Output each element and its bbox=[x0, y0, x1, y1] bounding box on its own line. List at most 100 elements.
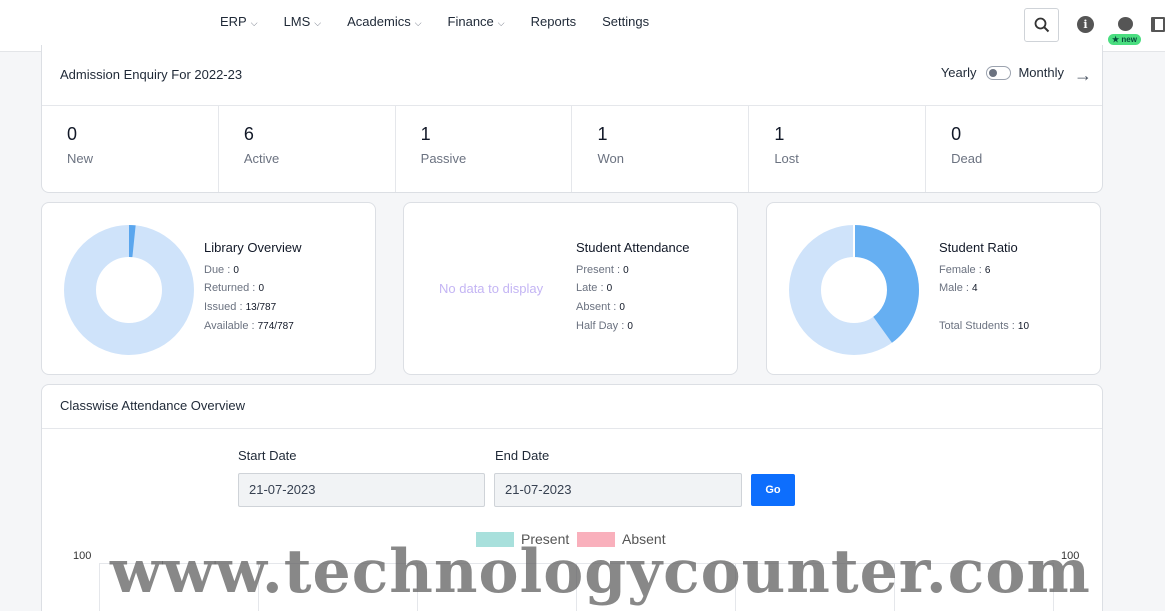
library-available: Available : 774/787 bbox=[204, 320, 294, 332]
stat-value: 0 bbox=[951, 124, 962, 144]
nav-finance-label: Finance bbox=[447, 14, 494, 29]
stat-label: New bbox=[67, 151, 94, 166]
student-ratio-card: Student Ratio Female : 6 Male : 4 Total … bbox=[766, 202, 1101, 375]
stat-value: 1 bbox=[597, 124, 608, 144]
absent-value: 0 bbox=[619, 302, 625, 313]
book-icon[interactable] bbox=[1151, 17, 1165, 32]
no-data-message: No data to display bbox=[439, 281, 544, 296]
attendance-absent: Absent : 0 bbox=[576, 301, 625, 313]
total-label: Total Students : bbox=[939, 320, 1015, 332]
chevron-down-icon: ⌵ bbox=[314, 17, 322, 28]
end-date-label: End Date bbox=[495, 448, 550, 463]
search-button[interactable] bbox=[1024, 8, 1059, 42]
classwise-title: Classwise Attendance Overview bbox=[60, 398, 245, 413]
divider bbox=[42, 428, 1102, 429]
present-label: Present : bbox=[576, 264, 621, 276]
ratio-male: Male : 4 bbox=[939, 282, 978, 294]
late-label: Late : bbox=[576, 282, 604, 294]
arrow-right-icon[interactable]: → bbox=[1074, 65, 1092, 86]
halfday-value: 0 bbox=[627, 321, 633, 332]
late-value: 0 bbox=[606, 283, 613, 294]
admission-stats: 0 New 6 Active 1 Passive 1 Won 1 Lost 0 Dead bbox=[42, 106, 1102, 192]
nav-lms[interactable]: LMS ⌵ bbox=[284, 14, 322, 29]
stat-value: 1 bbox=[774, 124, 785, 144]
main-nav: ERP ⌵ LMS ⌵ Academics ⌵ Finance ⌵ Reports Se… bbox=[220, 14, 675, 29]
stat-value: 0 bbox=[67, 124, 78, 144]
chat-icon[interactable] bbox=[1118, 17, 1133, 31]
stat-lost[interactable]: 1 Lost bbox=[749, 106, 927, 192]
due-value: 0 bbox=[233, 265, 239, 276]
info-icon[interactable]: i bbox=[1077, 16, 1094, 33]
watermark: www.technologycounter.com bbox=[110, 537, 1091, 607]
switch-knob bbox=[989, 68, 998, 77]
library-issued: Issued : 13/787 bbox=[204, 301, 276, 313]
chevron-down-icon: ⌵ bbox=[414, 17, 422, 28]
y-axis-line bbox=[99, 563, 100, 611]
attendance-halfday: Half Day : 0 bbox=[576, 320, 633, 332]
ratio-female: Female : 6 bbox=[939, 264, 990, 276]
returned-label: Returned : bbox=[204, 282, 256, 294]
stat-new[interactable]: 0 New bbox=[42, 106, 219, 192]
due-label: Due : bbox=[204, 264, 231, 276]
male-value: 4 bbox=[972, 283, 978, 294]
library-donut-chart bbox=[64, 225, 194, 355]
new-badge: ★ new bbox=[1108, 34, 1141, 45]
stat-active[interactable]: 6 Active bbox=[219, 106, 396, 192]
stat-label: Dead bbox=[951, 151, 983, 166]
attendance-present: Present : 0 bbox=[576, 264, 629, 276]
period-toggle: Yearly Monthly bbox=[941, 65, 1064, 80]
stat-dead[interactable]: 0 Dead bbox=[926, 106, 1102, 192]
stat-won[interactable]: 1 Won bbox=[572, 106, 750, 192]
nav-reports-label: Reports bbox=[530, 14, 577, 29]
monthly-label: Monthly bbox=[1018, 65, 1064, 80]
male-label: Male : bbox=[939, 282, 969, 294]
nav-reports[interactable]: Reports bbox=[531, 14, 577, 29]
attendance-late: Late : 0 bbox=[576, 282, 612, 294]
attendance-title: Student Attendance bbox=[576, 240, 690, 255]
issued-value: 13/787 bbox=[245, 302, 277, 313]
available-label: Available : bbox=[204, 320, 255, 332]
library-returned: Returned : 0 bbox=[204, 282, 264, 294]
chevron-down-icon: ⌵ bbox=[497, 17, 505, 28]
total-value: 10 bbox=[1017, 321, 1030, 332]
ratio-title: Student Ratio bbox=[939, 240, 1018, 255]
ratio-total: Total Students : 10 bbox=[939, 320, 1029, 332]
y-axis-left-tick: 100 bbox=[73, 550, 92, 562]
library-title: Library Overview bbox=[204, 240, 302, 255]
student-attendance-card: No data to display Student Attendance Pr… bbox=[403, 202, 738, 375]
library-due: Due : 0 bbox=[204, 264, 239, 276]
halfday-label: Half Day : bbox=[576, 320, 625, 332]
chevron-down-icon: ⌵ bbox=[250, 17, 258, 28]
female-label: Female : bbox=[939, 264, 982, 276]
nav-academics-label: Academics bbox=[347, 14, 411, 29]
admission-title: Admission Enquiry For 2022-23 bbox=[60, 67, 243, 82]
stat-label: Lost bbox=[774, 151, 799, 166]
yearly-label: Yearly bbox=[940, 65, 977, 80]
stat-label: Won bbox=[597, 151, 624, 166]
stat-label: Active bbox=[243, 151, 280, 166]
nav-erp-label: ERP bbox=[220, 14, 247, 29]
start-date-label: Start Date bbox=[238, 448, 297, 463]
nav-erp[interactable]: ERP ⌵ bbox=[220, 14, 258, 29]
stat-passive[interactable]: 1 Passive bbox=[396, 106, 573, 192]
nav-academics[interactable]: Academics ⌵ bbox=[347, 14, 421, 29]
library-overview-card: Library Overview Due : 0 Returned : 0 Is… bbox=[41, 202, 376, 375]
stat-label: Passive bbox=[420, 151, 467, 166]
nav-settings-label: Settings bbox=[602, 14, 650, 29]
start-date-input[interactable]: 21-07-2023 bbox=[238, 473, 485, 507]
nav-finance[interactable]: Finance ⌵ bbox=[448, 14, 505, 29]
end-date-input[interactable]: 21-07-2023 bbox=[494, 473, 742, 507]
issued-label: Issued : bbox=[204, 301, 243, 313]
go-button[interactable]: Go bbox=[751, 474, 795, 506]
yearly-monthly-switch[interactable] bbox=[986, 65, 1012, 80]
stat-value: 6 bbox=[243, 124, 254, 144]
nav-settings[interactable]: Settings bbox=[602, 14, 649, 29]
nav-lms-label: LMS bbox=[283, 14, 311, 29]
absent-label: Absent : bbox=[576, 301, 617, 313]
present-value: 0 bbox=[623, 265, 629, 276]
returned-value: 0 bbox=[258, 283, 264, 294]
available-value: 774/787 bbox=[257, 321, 294, 332]
female-value: 6 bbox=[984, 265, 991, 276]
ratio-donut-chart bbox=[789, 224, 919, 355]
admission-enquiry-card: Admission Enquiry For 2022-23 Yearly Mon… bbox=[41, 45, 1103, 193]
